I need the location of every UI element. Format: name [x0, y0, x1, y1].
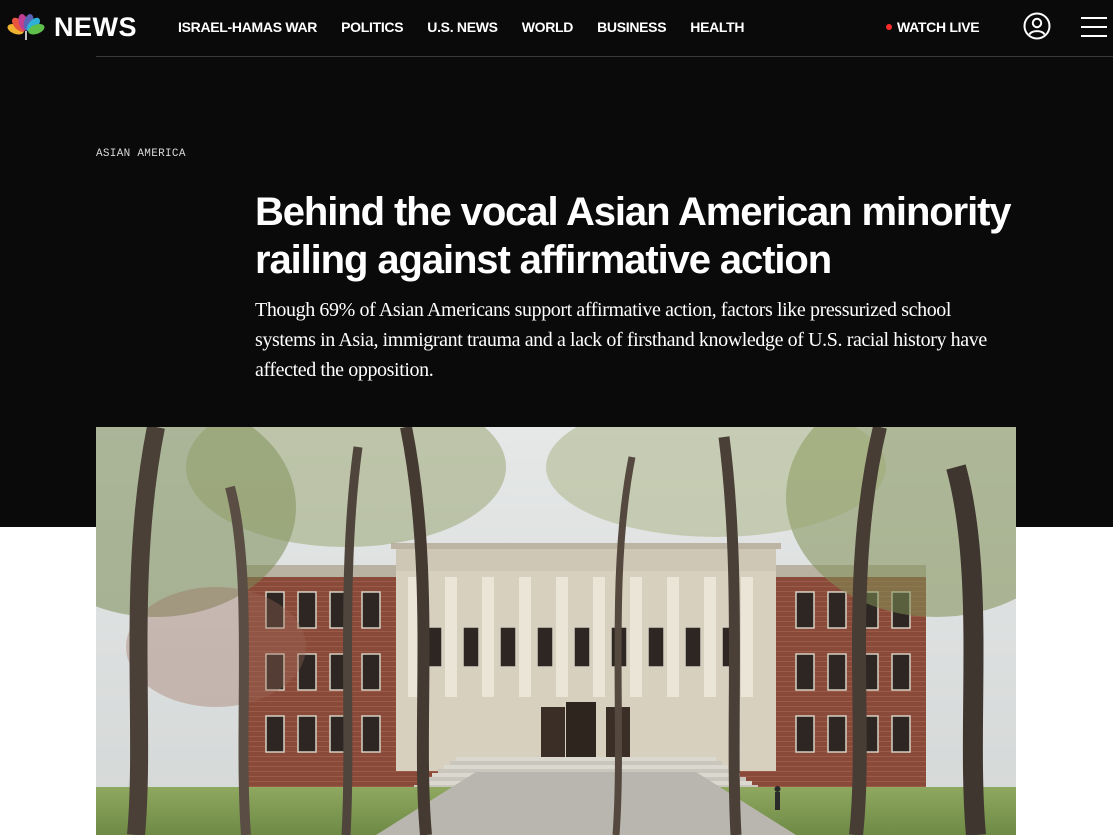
primary-nav: ISRAEL-HAMAS WAR POLITICS U.S. NEWS WORL…: [166, 0, 756, 53]
section-label[interactable]: ASIAN AMERICA: [96, 148, 186, 160]
nav-item-israel-hamas-war[interactable]: ISRAEL-HAMAS WAR: [166, 19, 329, 35]
nav-item-health[interactable]: HEALTH: [678, 19, 756, 35]
nav-item-us-news[interactable]: U.S. NEWS: [415, 19, 509, 35]
account-button[interactable]: [1022, 11, 1052, 41]
user-circle-icon: [1023, 12, 1051, 40]
nav-item-world[interactable]: WORLD: [510, 19, 585, 35]
hero-photo: [96, 427, 1016, 835]
logo-wordmark: NEWS: [54, 12, 137, 42]
peacock-icon: [7, 14, 45, 40]
nav-item-business[interactable]: BUSINESS: [585, 19, 678, 35]
nbc-news-logo[interactable]: NEWS: [4, 12, 137, 42]
watch-live-button[interactable]: WATCH LIVE: [886, 0, 980, 53]
library-building-photo: [96, 427, 1016, 835]
menu-button[interactable]: [1078, 13, 1110, 41]
watch-live-label: WATCH LIVE: [897, 18, 980, 35]
header-divider: [96, 56, 1113, 57]
hamburger-menu-icon: [1081, 17, 1107, 37]
article-headline: Behind the vocal Asian American minority…: [255, 190, 1012, 282]
nav-item-politics[interactable]: POLITICS: [329, 19, 415, 35]
article-dek: Though 69% of Asian Americans support af…: [255, 299, 987, 381]
live-dot-icon: [886, 23, 892, 30]
site-header: NEWS ISRAEL-HAMAS WAR POLITICS U.S. NEWS…: [0, 0, 1113, 56]
